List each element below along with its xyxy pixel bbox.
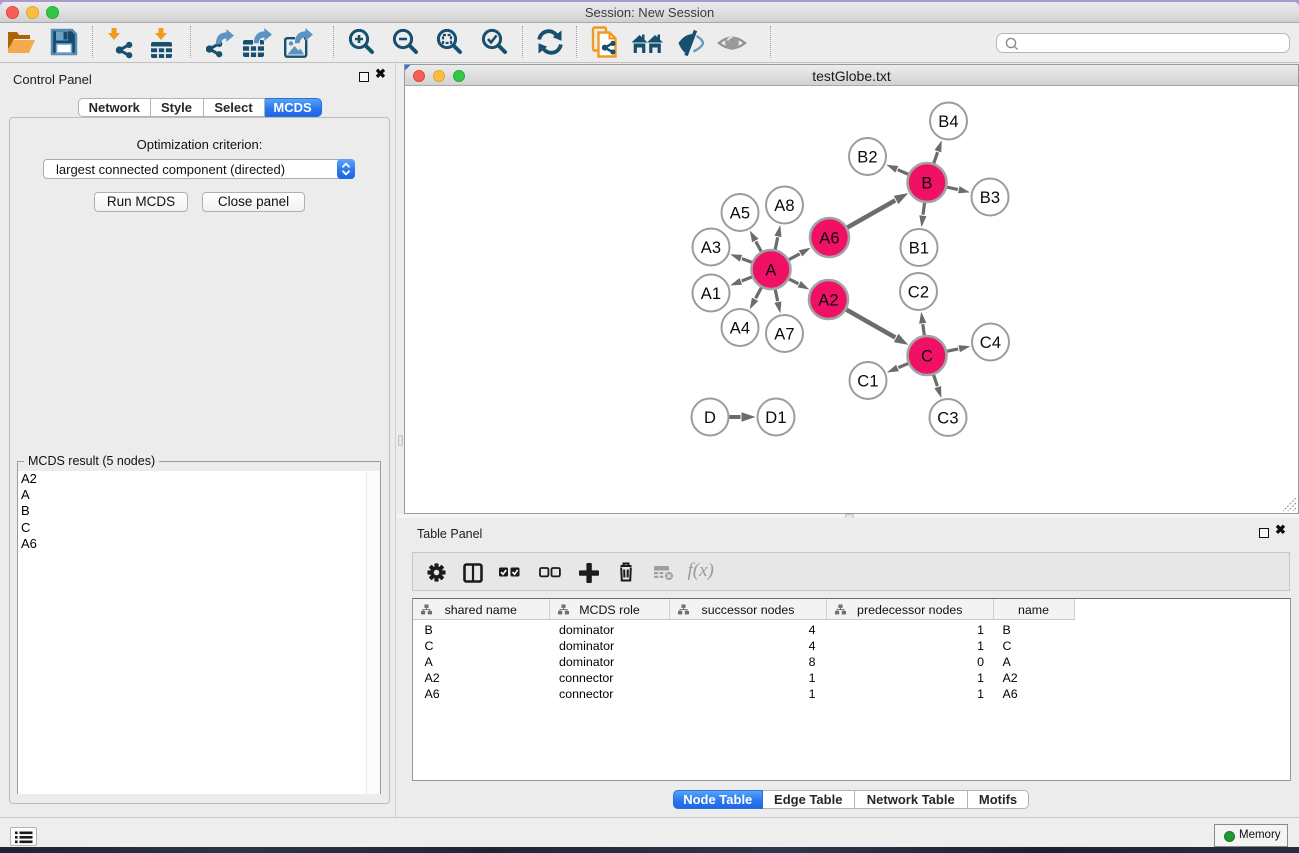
svg-text:C: C [921, 347, 933, 365]
svg-text:A3: A3 [701, 239, 722, 257]
svg-text:C2: C2 [908, 283, 930, 301]
svg-text:D: D [704, 409, 716, 427]
svg-text:C4: C4 [980, 334, 1002, 352]
svg-text:A7: A7 [774, 325, 795, 343]
svg-text:B: B [921, 174, 932, 192]
svg-text:A2: A2 [818, 291, 839, 309]
svg-text:B4: B4 [938, 113, 959, 131]
svg-text:D1: D1 [765, 409, 787, 427]
svg-text:C3: C3 [937, 409, 959, 427]
svg-text:A6: A6 [819, 229, 840, 247]
svg-text:B3: B3 [980, 189, 1001, 207]
svg-text:A5: A5 [730, 204, 751, 222]
svg-text:A: A [765, 261, 776, 279]
svg-text:A1: A1 [701, 285, 722, 303]
svg-text:B2: B2 [857, 148, 878, 166]
svg-text:B1: B1 [909, 239, 930, 257]
svg-text:A4: A4 [730, 319, 751, 337]
svg-text:A8: A8 [774, 197, 795, 215]
svg-text:C1: C1 [857, 372, 879, 390]
